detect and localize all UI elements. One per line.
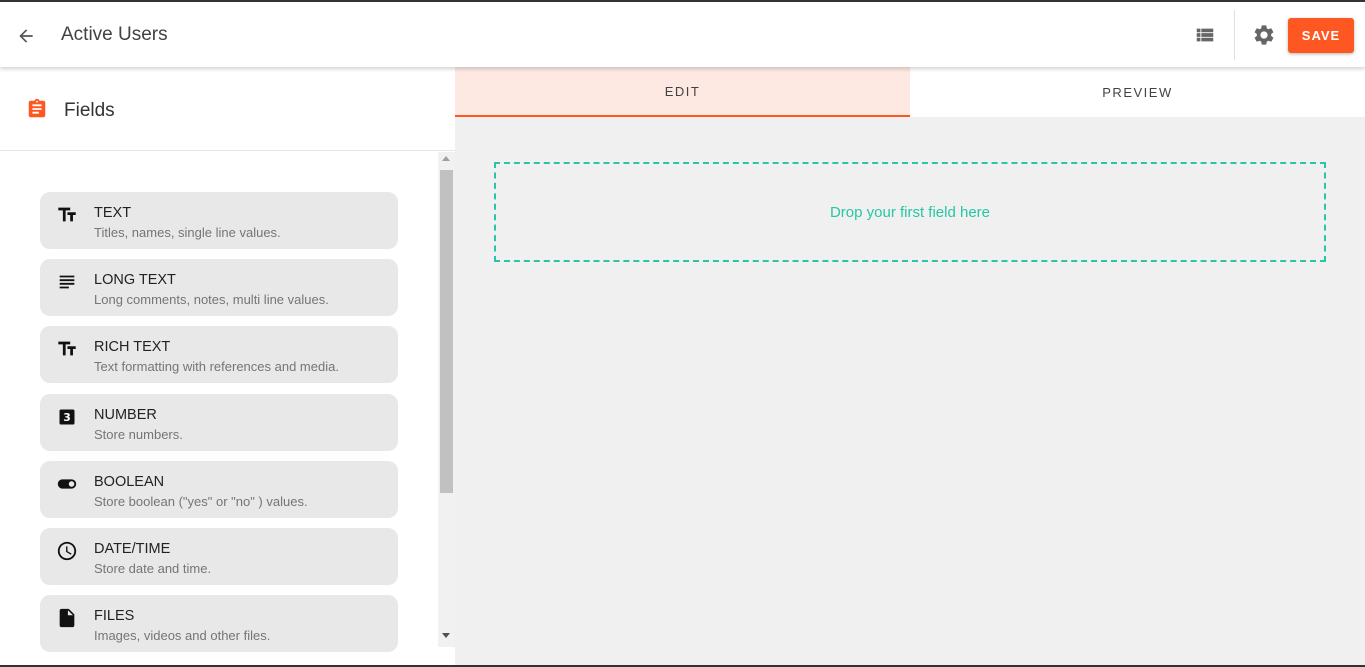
field-description: Store date and time. <box>94 561 212 576</box>
field-name: LONG TEXT <box>94 272 176 288</box>
text-format-icon <box>56 204 78 226</box>
field-description: Store numbers. <box>94 427 183 442</box>
field-name: BOOLEAN <box>94 474 165 490</box>
gear-icon <box>1254 25 1274 45</box>
scroll-thumb[interactable] <box>440 170 453 493</box>
scroll-down-arrow-icon[interactable] <box>442 633 450 638</box>
number-icon: 3 <box>56 406 78 428</box>
tab-edit[interactable]: EDIT <box>455 67 910 117</box>
svg-text:3: 3 <box>63 411 71 424</box>
field-name: DATE/TIME <box>94 541 171 557</box>
field-card-boolean[interactable]: BOOLEAN Store boolean ("yes" or "no" ) v… <box>40 461 398 518</box>
field-name: NUMBER <box>94 407 157 423</box>
page-title: Active Users <box>61 24 168 45</box>
field-card-long-text[interactable]: LONG TEXT Long comments, notes, multi li… <box>40 259 398 316</box>
field-description: Long comments, notes, multi line values. <box>94 292 329 307</box>
fields-panel: Fields TEXT Titles, names, single line v… <box>0 67 455 665</box>
fields-scrollbar[interactable] <box>438 152 455 647</box>
arrow-back-icon <box>19 29 33 43</box>
field-description: Store boolean ("yes" or "no" ) values. <box>94 494 308 509</box>
list-view-button[interactable] <box>1190 20 1220 50</box>
top-bar: Active Users SAVE <box>0 2 1365 67</box>
field-description: Text formatting with references and medi… <box>94 359 339 374</box>
clock-icon <box>56 540 78 562</box>
field-description: Titles, names, single line values. <box>94 225 281 240</box>
fields-panel-header: Fields <box>0 67 455 151</box>
save-button[interactable]: SAVE <box>1288 18 1354 53</box>
field-name: FILES <box>94 608 135 624</box>
file-icon <box>56 607 78 629</box>
tab-preview[interactable]: PREVIEW <box>910 67 1365 117</box>
clipboard-icon <box>28 98 46 118</box>
long-text-icon <box>56 271 78 293</box>
field-card-rich-text[interactable]: RICH TEXT Text formatting with reference… <box>40 326 398 383</box>
toggle-icon <box>56 473 78 495</box>
view-list-icon <box>1196 28 1214 42</box>
drop-zone-text: Drop your first field here <box>829 203 991 221</box>
text-format-icon <box>56 338 78 360</box>
scroll-up-arrow-icon[interactable] <box>442 156 450 161</box>
drop-zone[interactable]: Drop your first field here <box>494 162 1326 262</box>
settings-button[interactable] <box>1248 19 1280 51</box>
field-card-number[interactable]: 3 NUMBER Store numbers. <box>40 394 398 451</box>
header-divider <box>1234 10 1235 60</box>
field-name: TEXT <box>94 205 132 221</box>
field-card-text[interactable]: TEXT Titles, names, single line values. <box>40 192 398 249</box>
field-card-datetime[interactable]: DATE/TIME Store date and time. <box>40 528 398 585</box>
field-card-files[interactable]: FILES Images, videos and other files. <box>40 595 398 652</box>
field-description: Images, videos and other files. <box>94 628 271 643</box>
fields-list: TEXT Titles, names, single line values. … <box>0 152 437 662</box>
app-frame: Active Users SAVE Fields TEXT Titles, na… <box>0 0 1365 667</box>
fields-title: Fields <box>64 100 115 121</box>
field-name: RICH TEXT <box>94 339 171 355</box>
back-button[interactable] <box>10 20 42 52</box>
